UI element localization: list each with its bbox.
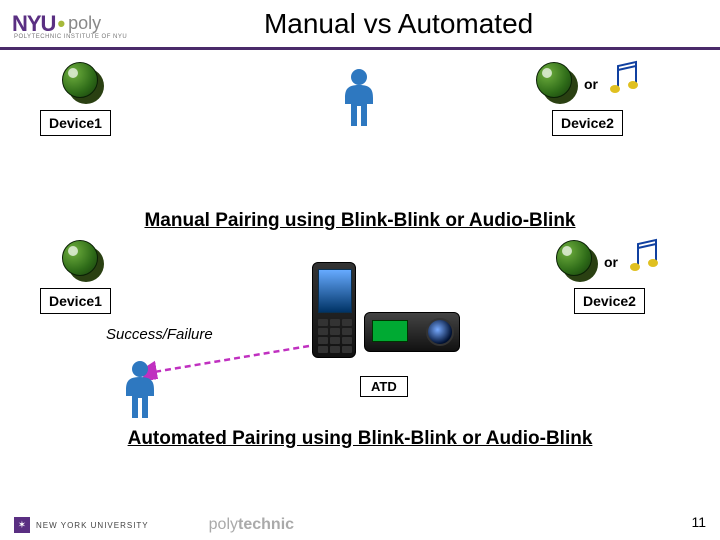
led-orb-icon <box>556 240 598 282</box>
automated-section: or Device1 Device2 Success/Failure <box>0 232 720 422</box>
nyu-text: NYU <box>12 11 55 37</box>
automated-caption: Automated Pairing using Blink-Blink or A… <box>0 428 720 450</box>
device1-label: Device1 <box>40 110 111 136</box>
music-notes-icon <box>628 236 662 276</box>
slide-title: Manual vs Automated <box>77 8 720 40</box>
logo-subtitle: POLYTECHNIC INSTITUTE OF NYU <box>14 34 127 40</box>
or-label: or <box>584 76 598 92</box>
atd-label: ATD <box>360 376 408 397</box>
led-orb-icon <box>62 240 104 282</box>
person-icon <box>334 68 384 133</box>
nyu-footer-text: NEW YORK UNIVERSITY <box>36 521 149 530</box>
manual-caption: Manual Pairing using Blink-Blink or Audi… <box>0 210 720 232</box>
device1-label: Device1 <box>40 288 111 314</box>
camera-icon <box>364 304 464 352</box>
phone-icon <box>312 262 360 362</box>
page-number: 11 <box>691 514 706 530</box>
footer: ✶ NEW YORK UNIVERSITY polytechnic <box>0 516 720 534</box>
manual-section: or Device1 Device2 <box>0 50 720 210</box>
logo-dot: • <box>57 11 65 37</box>
header: NYU • poly POLYTECHNIC INSTITUTE OF NYU … <box>0 0 720 50</box>
device2-label: Device2 <box>552 110 623 136</box>
polytechnic-logo: polytechnic <box>209 516 294 534</box>
led-orb-icon <box>536 62 578 104</box>
led-orb-icon <box>62 62 104 104</box>
device2-label: Device2 <box>574 288 645 314</box>
nyu-badge-icon: ✶ <box>14 517 30 533</box>
music-notes-icon <box>608 58 642 98</box>
person-icon <box>115 360 165 425</box>
or-label: or <box>604 254 618 270</box>
